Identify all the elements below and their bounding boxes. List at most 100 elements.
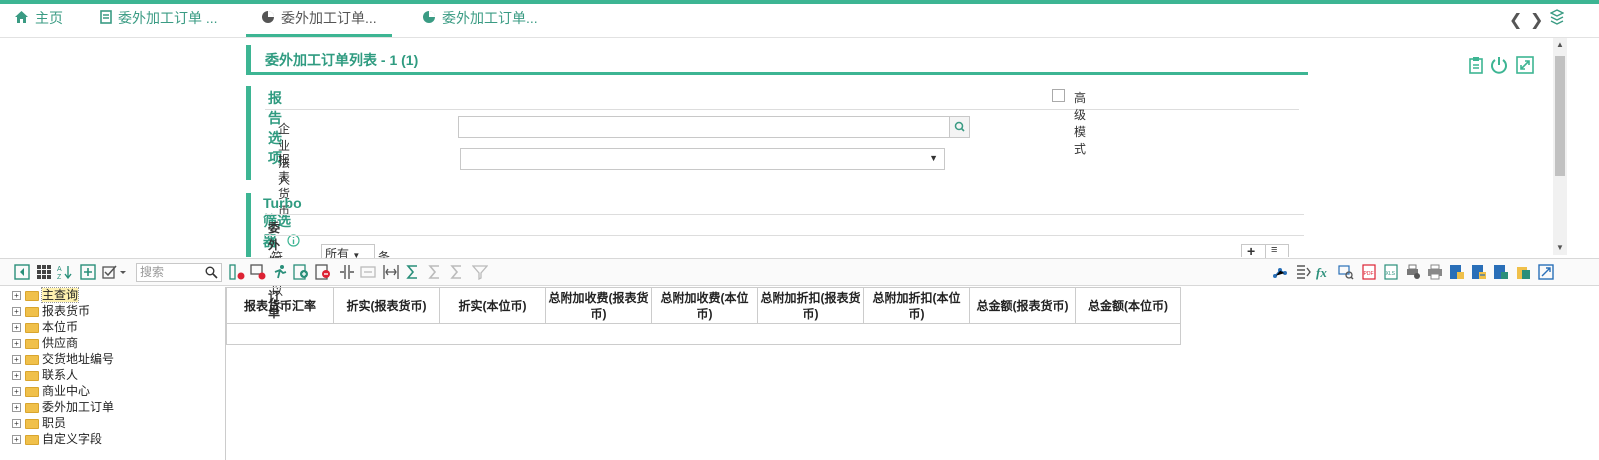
merge-column-icon[interactable] bbox=[360, 264, 376, 280]
chart-scatter-icon[interactable] bbox=[1272, 264, 1288, 280]
expand-icon[interactable] bbox=[1516, 56, 1534, 74]
add-condition-button[interactable]: + bbox=[1247, 243, 1255, 259]
tree-item[interactable]: + 商业中心 bbox=[12, 383, 90, 399]
select-menu-icon[interactable] bbox=[102, 264, 128, 280]
divider bbox=[265, 214, 1304, 215]
grid-view-icon[interactable] bbox=[36, 264, 52, 280]
tab-order-report-active[interactable]: 委外加工订单... bbox=[246, 4, 392, 37]
match-select[interactable]: 所有 ▼ bbox=[321, 244, 375, 261]
print-icon[interactable] bbox=[1427, 264, 1443, 280]
column-header[interactable]: 总附加折扣(本位币) bbox=[864, 288, 970, 324]
fullscreen-icon[interactable] bbox=[1538, 264, 1554, 280]
expand-icon[interactable]: + bbox=[12, 435, 21, 445]
column-header[interactable]: 报表货币汇率 bbox=[227, 288, 334, 324]
sum-icon[interactable] bbox=[405, 264, 421, 280]
expand-icon[interactable]: + bbox=[12, 339, 21, 349]
sort-az-icon[interactable]: AZ bbox=[57, 264, 73, 280]
expand-icon[interactable]: + bbox=[12, 371, 21, 381]
tab-label: 主页 bbox=[35, 10, 63, 26]
column-header[interactable]: 总金额(本位币) bbox=[1076, 288, 1180, 324]
advanced-mode-checkbox[interactable] bbox=[1052, 89, 1065, 102]
scrollbar[interactable]: ▲ ▼ bbox=[1553, 38, 1567, 255]
tree-item[interactable]: + 联系人 bbox=[12, 367, 78, 383]
column-header[interactable]: 折实(报表货币) bbox=[334, 288, 440, 324]
delete-column-icon[interactable] bbox=[315, 264, 331, 280]
pie-chart-icon bbox=[422, 5, 436, 33]
info-icon[interactable] bbox=[287, 234, 300, 250]
export-pdf-icon[interactable]: PDF bbox=[1361, 264, 1377, 280]
remove-column-icon[interactable] bbox=[229, 264, 245, 280]
scroll-thumb[interactable] bbox=[1555, 56, 1565, 176]
column-header[interactable]: 总金额(报表货币) bbox=[970, 288, 1076, 324]
split-column-icon[interactable] bbox=[339, 264, 355, 280]
paste-icon[interactable] bbox=[1515, 264, 1531, 280]
scroll-down-icon[interactable]: ▼ bbox=[1556, 243, 1564, 252]
print-settings-icon[interactable] bbox=[1405, 264, 1421, 280]
tree-item[interactable]: + 自定义字段 bbox=[12, 431, 102, 447]
company-input[interactable] bbox=[458, 116, 970, 138]
pie-chart-icon bbox=[261, 5, 275, 33]
expand-icon[interactable]: + bbox=[12, 291, 21, 301]
tree-item[interactable]: + 报表货币 bbox=[12, 303, 90, 319]
layers-icon[interactable] bbox=[1549, 9, 1565, 30]
remove-row-icon[interactable] bbox=[250, 264, 266, 280]
advanced-mode-label: 高级模式 bbox=[1074, 91, 1087, 156]
search-icon[interactable] bbox=[949, 117, 969, 137]
turbo-filter-section: Turbo筛选器 委外加工订单 符合以下 所有 ▼ 条件 + ≡ bbox=[246, 193, 1304, 320]
tab-label: 委外加工订单... bbox=[442, 10, 538, 26]
divider bbox=[265, 235, 1304, 236]
expand-icon[interactable]: + bbox=[12, 307, 21, 317]
tree-item[interactable]: + 供应商 bbox=[12, 335, 78, 351]
tab-label: 委外加工订单 ... bbox=[118, 10, 218, 26]
column-header[interactable]: 总附加收费(本位币) bbox=[652, 288, 758, 324]
scroll-up-icon[interactable]: ▲ bbox=[1556, 40, 1564, 49]
run-icon[interactable] bbox=[272, 264, 288, 280]
tab-home[interactable]: 主页 bbox=[14, 4, 63, 37]
power-icon[interactable] bbox=[1490, 56, 1508, 74]
caret-down-icon: ▼ bbox=[929, 153, 938, 163]
tab-order-report[interactable]: 委外加工订单... bbox=[422, 4, 538, 37]
column-header[interactable]: 总附加折扣(报表货币) bbox=[758, 288, 864, 324]
zoom-search-icon[interactable] bbox=[1338, 264, 1354, 280]
expand-icon[interactable]: + bbox=[12, 419, 21, 429]
column-chooser-icon[interactable] bbox=[1295, 264, 1311, 280]
search-icon[interactable] bbox=[205, 266, 218, 279]
filter-clear-icon[interactable] bbox=[472, 264, 488, 280]
currency-select[interactable]: ▼ bbox=[460, 148, 945, 170]
folder-icon bbox=[25, 402, 39, 413]
add-icon[interactable] bbox=[80, 264, 96, 280]
tree-item[interactable]: + 主查询 bbox=[12, 287, 80, 303]
list-icon[interactable]: ≡ bbox=[1271, 244, 1277, 256]
sum-remove-icon[interactable] bbox=[427, 264, 443, 280]
page-title: 委外加工订单列表 - 1 (1) bbox=[265, 52, 419, 68]
tree-item[interactable]: + 本位币 bbox=[12, 319, 78, 335]
save-as-icon[interactable] bbox=[1471, 264, 1487, 280]
export-excel-icon[interactable]: XLS bbox=[1383, 264, 1399, 280]
expand-icon[interactable]: + bbox=[12, 355, 21, 365]
folder-icon bbox=[25, 354, 39, 365]
search-input[interactable]: 搜索 bbox=[136, 263, 222, 282]
column-header[interactable]: 总附加收费(报表货币) bbox=[546, 288, 652, 324]
tab-order-edit[interactable]: 委外加工订单 ... bbox=[100, 4, 218, 37]
folder-icon bbox=[25, 338, 39, 349]
fit-width-icon[interactable] bbox=[383, 264, 399, 280]
expand-icon[interactable]: + bbox=[12, 323, 21, 333]
clipboard-icon[interactable] bbox=[1467, 56, 1485, 74]
chevron-left-icon[interactable]: ❮ bbox=[1509, 10, 1522, 30]
tree-item[interactable]: + 交货地址编号 bbox=[12, 351, 114, 367]
home-icon bbox=[14, 5, 29, 33]
formula-icon[interactable]: fx bbox=[1316, 264, 1332, 280]
tree-item[interactable]: + 职员 bbox=[12, 415, 66, 431]
insert-column-icon[interactable] bbox=[293, 264, 309, 280]
save-copy-icon[interactable] bbox=[1493, 264, 1509, 280]
svg-text:A: A bbox=[57, 266, 62, 273]
expand-icon[interactable]: + bbox=[12, 403, 21, 413]
folder-icon bbox=[25, 290, 39, 301]
save-layout-icon[interactable] bbox=[1449, 264, 1465, 280]
collapse-panel-icon[interactable] bbox=[14, 264, 30, 280]
column-header[interactable]: 折实(本位币) bbox=[440, 288, 546, 324]
tree-item[interactable]: + 委外加工订单 bbox=[12, 399, 114, 415]
expand-icon[interactable]: + bbox=[12, 387, 21, 397]
sum-settings-icon[interactable] bbox=[449, 264, 465, 280]
chevron-right-icon[interactable]: ❯ bbox=[1530, 10, 1543, 30]
